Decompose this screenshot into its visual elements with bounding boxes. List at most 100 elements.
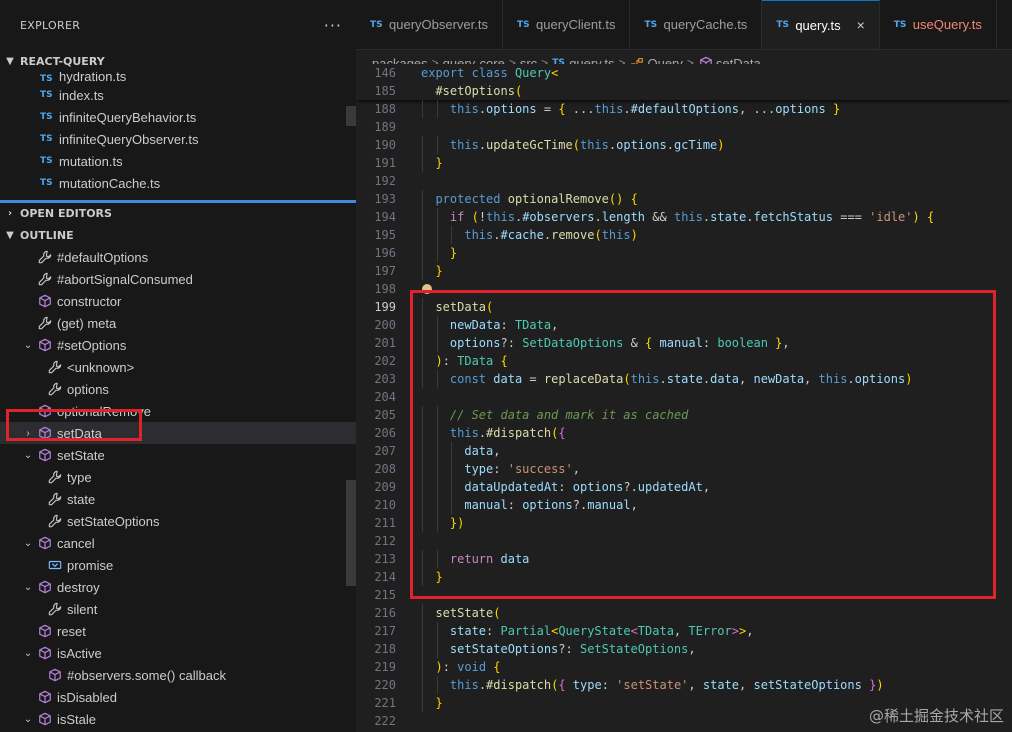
sticky-scroll-line[interactable]: 185 #setOptions( xyxy=(356,82,1012,100)
method-cube-icon xyxy=(46,668,64,682)
chevron-down-icon[interactable]: ⌄ xyxy=(20,714,36,725)
tab-label: query.ts xyxy=(795,17,841,33)
outline-item-setoptions[interactable]: ⌄ #setOptions xyxy=(0,334,356,356)
line-number: 219 xyxy=(374,660,396,674)
code-line[interactable]: 206 this.#dispatch({ xyxy=(356,424,1012,442)
code-line[interactable]: 200 newData: TData, xyxy=(356,316,1012,334)
outline-item-setdata[interactable]: › setData xyxy=(0,422,356,444)
code-line[interactable]: 211 }) xyxy=(356,514,1012,532)
tab-usequery[interactable]: TS useQuery.ts xyxy=(880,0,997,49)
code-line[interactable]: 203 const data = replaceData(this.state.… xyxy=(356,370,1012,388)
outline-item-label: reset xyxy=(57,623,86,639)
outline-item-label: optionalRemove xyxy=(57,403,151,419)
code-line[interactable]: 197 } xyxy=(356,262,1012,280)
code-line[interactable]: 194 if (!this.#observers.length && this.… xyxy=(356,208,1012,226)
outline-item-options[interactable]: options xyxy=(0,378,356,400)
outline-item-isdisabled[interactable]: isDisabled xyxy=(0,686,356,708)
outline-item-optionalremove[interactable]: optionalRemove xyxy=(0,400,356,422)
file-item[interactable]: TS infiniteQueryObserver.ts xyxy=(0,128,356,150)
indent-guide xyxy=(436,496,438,514)
outline-item-observers-some-callback[interactable]: #observers.some() callback xyxy=(0,664,356,686)
outline-item-isactive[interactable]: ⌄ isActive xyxy=(0,642,356,664)
code-line[interactable]: 218 setStateOptions?: SetStateOptions, xyxy=(356,640,1012,658)
close-icon[interactable]: × xyxy=(857,17,865,33)
lightbulb-icon[interactable] xyxy=(422,284,432,294)
outline-item-setstate[interactable]: ⌄ setState xyxy=(0,444,356,466)
outline-item-type[interactable]: type xyxy=(0,466,356,488)
code-line[interactable]: 190 this.updateGcTime(this.options.gcTim… xyxy=(356,136,1012,154)
outline-item-cancel[interactable]: ⌄ cancel xyxy=(0,532,356,554)
project-section-header[interactable]: ▼ REACT-QUERY xyxy=(0,50,356,72)
code-view[interactable]: 146 export class Query< 185 #setOptions(18… xyxy=(356,64,1012,730)
more-actions-icon[interactable]: ··· xyxy=(324,16,342,35)
code-line[interactable]: 214 } xyxy=(356,568,1012,586)
code-line[interactable]: 202 ): TData { xyxy=(356,352,1012,370)
chevron-down-icon[interactable]: ⌄ xyxy=(20,340,36,351)
code-line[interactable]: 191 } xyxy=(356,154,1012,172)
method-cube-icon xyxy=(36,536,54,550)
code-line[interactable]: 188 this.options = { ...this.#defaultOpt… xyxy=(356,100,1012,118)
chevron-right-icon[interactable]: › xyxy=(20,428,36,439)
outline-item-unknown[interactable]: <unknown> xyxy=(0,356,356,378)
outline-scrollbar[interactable] xyxy=(346,480,356,586)
outline-item-silent[interactable]: silent xyxy=(0,598,356,620)
file-item-partial[interactable]: TS hydration.ts xyxy=(0,72,356,84)
line-number: 205 xyxy=(374,408,396,422)
typescript-file-icon: TS xyxy=(893,19,907,30)
outline-header[interactable]: ▼ OUTLINE xyxy=(0,224,356,246)
code-line[interactable]: 196 } xyxy=(356,244,1012,262)
code-line[interactable]: 201 options?: SetDataOptions & { manual:… xyxy=(356,334,1012,352)
typescript-file-icon: TS xyxy=(517,19,530,30)
code-line[interactable]: 212 xyxy=(356,532,1012,550)
outline-item-defaultoptions[interactable]: #defaultOptions xyxy=(0,246,356,268)
outline-item-constructor[interactable]: constructor xyxy=(0,290,356,312)
line-number: 220 xyxy=(374,678,396,692)
code-line[interactable]: 213 return data xyxy=(356,550,1012,568)
outline-item-state[interactable]: state xyxy=(0,488,356,510)
outline-item-setstateoptions[interactable]: setStateOptions xyxy=(0,510,356,532)
tab-querycache[interactable]: TS queryCache.ts xyxy=(630,0,763,49)
chevron-down-icon[interactable]: ⌄ xyxy=(20,538,36,549)
sticky-scroll-line[interactable]: 146 export class Query< xyxy=(356,64,1012,82)
indent-guide xyxy=(422,100,423,118)
file-item[interactable]: TS index.ts xyxy=(0,84,356,106)
code-line[interactable]: 207 data, xyxy=(356,442,1012,460)
chevron-down-icon[interactable]: ⌄ xyxy=(20,450,36,461)
code-line[interactable]: 199 setData( xyxy=(356,298,1012,316)
code-line[interactable]: 198 xyxy=(356,280,1012,298)
code-line[interactable]: 193 protected optionalRemove() { xyxy=(356,190,1012,208)
code-line[interactable]: 204 xyxy=(356,388,1012,406)
file-tree-scrollbar[interactable] xyxy=(346,106,356,126)
outline-item-destroy[interactable]: ⌄ destroy xyxy=(0,576,356,598)
code-line[interactable]: 192 xyxy=(356,172,1012,190)
file-item[interactable]: TS mutationCache.ts xyxy=(0,172,356,194)
file-name: mutationCache.ts xyxy=(59,175,161,191)
code-line[interactable]: 189 xyxy=(356,118,1012,136)
outline-item-promise[interactable]: promise xyxy=(0,554,356,576)
tab-query[interactable]: TS query.ts × xyxy=(762,0,880,49)
outline-item-isstale[interactable]: ⌄ isStale xyxy=(0,708,356,730)
code-line[interactable]: 216 setState( xyxy=(356,604,1012,622)
outline-item-get-meta[interactable]: (get) meta xyxy=(0,312,356,334)
file-item[interactable]: TS mutation.ts xyxy=(0,150,356,172)
code-text: manual: options?.manual, xyxy=(464,498,638,512)
code-line[interactable]: 217 state: Partial<QueryState<TData, TEr… xyxy=(356,622,1012,640)
code-line[interactable]: 210 manual: options?.manual, xyxy=(356,496,1012,514)
outline-item-abortsignalconsumed[interactable]: #abortSignalConsumed xyxy=(0,268,356,290)
chevron-down-icon[interactable]: ⌄ xyxy=(20,582,36,593)
code-line[interactable]: 195 this.#cache.remove(this) xyxy=(356,226,1012,244)
code-line[interactable]: 219 ): void { xyxy=(356,658,1012,676)
code-line[interactable]: 205 // Set data and mark it as cached xyxy=(356,406,1012,424)
file-item[interactable]: TS infiniteQueryBehavior.ts xyxy=(0,106,356,128)
code-line[interactable]: 215 xyxy=(356,586,1012,604)
outline-item-reset[interactable]: reset xyxy=(0,620,356,642)
chevron-down-icon[interactable]: ⌄ xyxy=(20,648,36,659)
code-line[interactable]: 220 this.#dispatch({ type: 'setState', s… xyxy=(356,676,1012,694)
chevron-down-icon: ▼ xyxy=(6,55,14,67)
code-line[interactable]: 208 type: 'success', xyxy=(356,460,1012,478)
line-number: 213 xyxy=(374,552,396,566)
open-editors-header[interactable]: › OPEN EDITORS xyxy=(0,202,356,224)
tab-queryobserver[interactable]: TS queryObserver.ts xyxy=(356,0,503,49)
code-line[interactable]: 209 dataUpdatedAt: options?.updatedAt, xyxy=(356,478,1012,496)
tab-queryclient[interactable]: TS queryClient.ts xyxy=(503,0,631,49)
